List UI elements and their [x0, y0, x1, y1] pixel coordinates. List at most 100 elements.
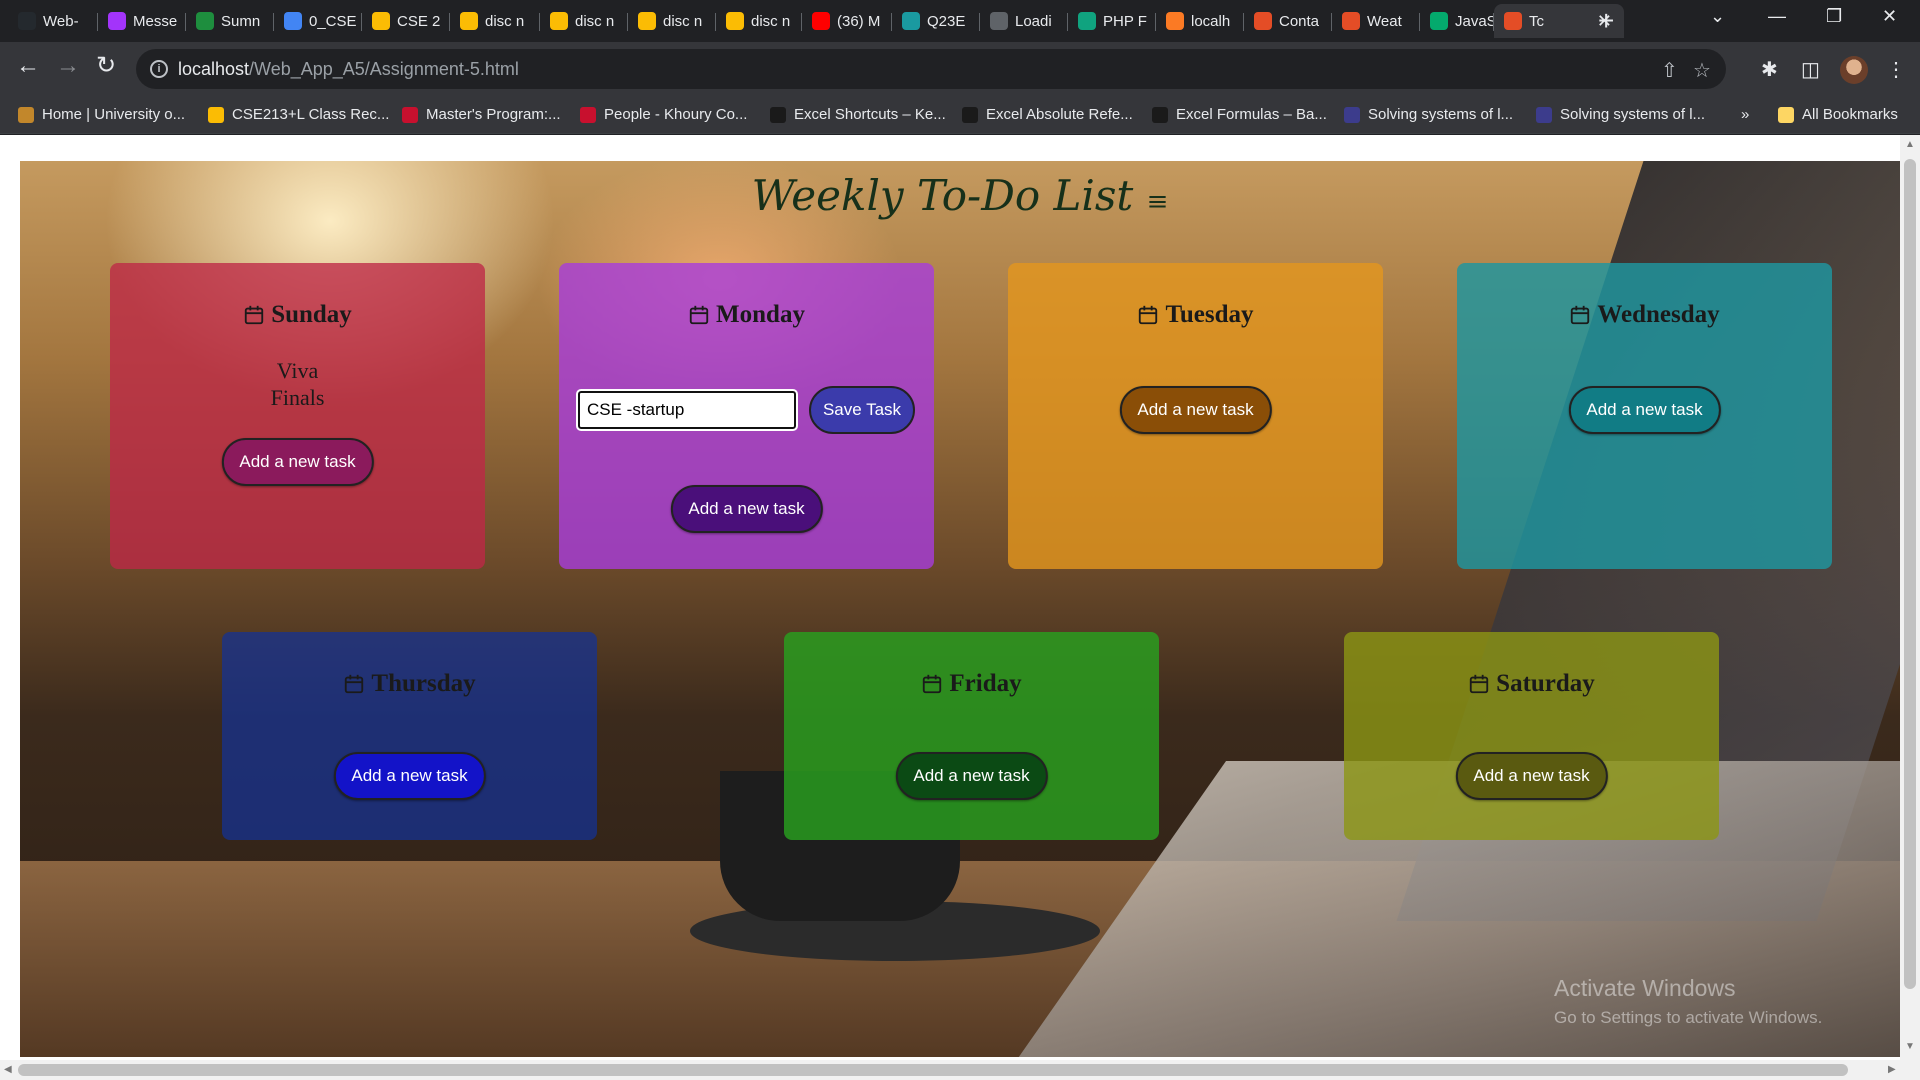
exceljet-icon — [770, 106, 786, 123]
browser-tab[interactable]: Loadi — [980, 4, 1068, 38]
activate-windows-title: Activate Windows — [1554, 975, 1736, 1001]
bookmarks-bar: Home | University o... CSE213+L Class Rec… — [0, 96, 1920, 134]
html-icon — [1342, 12, 1360, 30]
new-tab-button[interactable]: + — [1598, 6, 1614, 36]
browser-tab[interactable]: Sumn — [186, 4, 274, 38]
day-name: Friday — [949, 670, 1022, 697]
browser-tab[interactable]: CSE 2 — [362, 4, 450, 38]
reload-icon[interactable]: ↻ — [96, 54, 116, 78]
add-task-button[interactable]: Add a new task — [333, 752, 486, 800]
day-name: Monday — [716, 301, 805, 328]
vertical-scroll-thumb[interactable] — [1904, 159, 1916, 989]
forward-icon[interactable]: → — [56, 54, 80, 78]
browser-tab[interactable]: Weat — [1332, 4, 1420, 38]
calendar-icon — [1468, 673, 1490, 695]
day-heading: Monday — [559, 301, 934, 329]
add-task-button[interactable]: Add a new task — [1568, 386, 1721, 434]
browser-toolbar: ← → ↻ i localhost/Web_App_A5/Assignment-… — [0, 42, 1920, 96]
day-heading: Thursday — [222, 670, 597, 698]
bookmark-star-icon[interactable]: ☆ — [1693, 58, 1711, 83]
xampp-icon — [1166, 12, 1184, 30]
side-panel-icon[interactable]: ◫ — [1801, 57, 1820, 82]
save-task-button[interactable]: Save Task — [809, 386, 915, 434]
browser-tab[interactable]: JavaS — [1420, 4, 1494, 38]
address-bar[interactable]: i localhost/Web_App_A5/Assignment-5.html… — [136, 49, 1726, 89]
browser-tab[interactable]: Messe — [98, 4, 186, 38]
background-image: Weekly To-Do List ≡ Sunday Viva Finals Add … — [20, 161, 1900, 1057]
browser-tab[interactable]: 0_CSE — [274, 4, 362, 38]
extensions-icon[interactable]: ✱ — [1761, 57, 1778, 82]
tab-label: CSE 2 — [397, 12, 441, 30]
calendar-icon — [1137, 304, 1159, 326]
bookmark-item[interactable]: Solving systems of l... — [1536, 106, 1705, 123]
more-bookmarks-button[interactable]: » — [1741, 106, 1749, 123]
add-task-button[interactable]: Add a new task — [221, 438, 374, 486]
horizontal-scrollbar[interactable]: ◀ ▶ — [0, 1060, 1920, 1080]
browser-tab[interactable]: Q23E — [892, 4, 980, 38]
bookmark-item[interactable]: Excel Shortcuts – Ke... — [770, 106, 946, 123]
tab-label: Q23E — [927, 12, 966, 30]
tab-label: disc n — [485, 12, 525, 30]
calendar-icon — [921, 673, 943, 695]
add-task-button[interactable]: Add a new task — [895, 752, 1048, 800]
profile-avatar[interactable] — [1840, 56, 1868, 84]
bookmark-item[interactable]: Excel Absolute Refe... — [962, 106, 1133, 123]
bookmark-label: Home | University o... — [42, 106, 186, 123]
drive-icon — [372, 12, 390, 30]
restore-button[interactable]: ❐ — [1826, 6, 1842, 27]
scroll-left-icon[interactable]: ◀ — [4, 1064, 12, 1075]
day-name: Sunday — [271, 301, 352, 328]
scroll-down-icon[interactable]: ▼ — [1905, 1041, 1915, 1052]
browser-tab[interactable]: disc n — [716, 4, 802, 38]
bookmark-item[interactable]: Master's Program:... — [402, 106, 561, 123]
tab-strip: Web- Messe Sumn 0_CSE CSE 2 disc n disc n disc … — [0, 0, 1920, 42]
browser-tab[interactable]: Web- — [8, 4, 98, 38]
day-card-wednesday: Wednesday Add a new task — [1457, 263, 1832, 569]
task-item: Finals — [270, 385, 325, 410]
browser-tab[interactable]: disc n — [450, 4, 540, 38]
khan-icon — [1344, 106, 1360, 123]
back-icon[interactable]: ← — [16, 54, 40, 78]
task-input[interactable] — [576, 389, 798, 431]
menu-icon[interactable]: ⋮ — [1886, 57, 1906, 82]
bookmark-label: Master's Program:... — [426, 106, 561, 123]
tab-search-icon[interactable]: ⌄ — [1710, 6, 1725, 27]
add-task-button[interactable]: Add a new task — [1119, 386, 1272, 434]
bookmark-label: Solving systems of l... — [1560, 106, 1706, 123]
calendar-icon — [1569, 304, 1591, 326]
add-task-button[interactable]: Add a new task — [670, 485, 823, 533]
northeastern-icon — [402, 106, 418, 123]
browser-tab[interactable]: PHP F — [1068, 4, 1156, 38]
share-icon[interactable]: ⇧ — [1661, 58, 1678, 83]
browser-tab[interactable]: (36) M — [802, 4, 892, 38]
browser-tab[interactable]: disc n — [540, 4, 628, 38]
scroll-up-icon[interactable]: ▲ — [1905, 139, 1915, 150]
close-window-button[interactable]: ✕ — [1882, 6, 1897, 27]
calendar-icon — [688, 304, 710, 326]
browser-tab[interactable]: disc n — [628, 4, 716, 38]
browser-tab[interactable]: localh — [1156, 4, 1244, 38]
checklist-icon: ≡ — [1146, 187, 1169, 217]
tab-label: Web- — [43, 12, 79, 30]
day-card-tuesday: Tuesday Add a new task — [1008, 263, 1383, 569]
horizontal-scroll-thumb[interactable] — [18, 1064, 1848, 1076]
bookmark-item[interactable]: Solving systems of l... — [1344, 106, 1513, 123]
browser-tab[interactable]: Conta — [1244, 4, 1332, 38]
site-info-icon[interactable]: i — [150, 60, 168, 78]
tab-label: Weat — [1367, 12, 1402, 30]
add-task-button[interactable]: Add a new task — [1455, 752, 1608, 800]
all-bookmarks-button[interactable]: All Bookmarks — [1778, 106, 1898, 123]
minimize-button[interactable]: — — [1768, 6, 1786, 27]
scroll-right-icon[interactable]: ▶ — [1888, 1064, 1896, 1075]
url-text[interactable]: localhost/Web_App_A5/Assignment-5.html — [178, 59, 519, 80]
vertical-scrollbar[interactable]: ▲ ▼ — [1900, 135, 1920, 1060]
task-list: Viva Finals — [110, 357, 485, 411]
bookmark-label: Excel Formulas – Ba... — [1176, 106, 1327, 123]
day-card-friday: Friday Add a new task — [784, 632, 1159, 840]
bookmark-item[interactable]: CSE213+L Class Rec... — [208, 106, 389, 123]
bookmark-item[interactable]: Home | University o... — [18, 106, 185, 123]
bookmark-item[interactable]: People - Khoury Co... — [580, 106, 747, 123]
bookmark-item[interactable]: Excel Formulas – Ba... — [1152, 106, 1327, 123]
day-card-sunday: Sunday Viva Finals Add a new task — [110, 263, 485, 569]
drive-icon — [638, 12, 656, 30]
